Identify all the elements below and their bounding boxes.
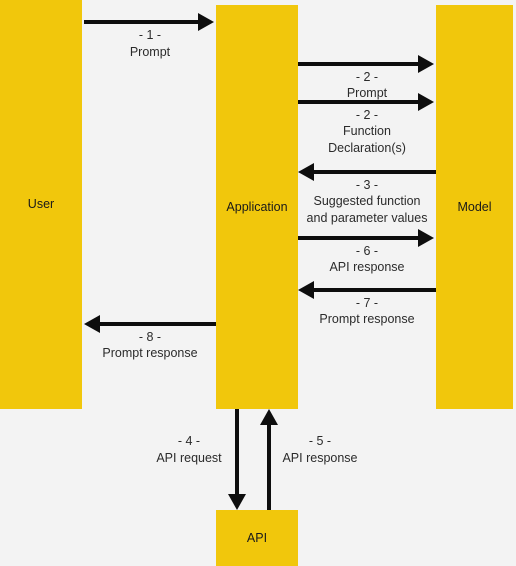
lifeline-label-api: API: [246, 531, 268, 545]
message-label-3-step: - 3 -: [355, 178, 379, 192]
lifeline-label-model: Model: [457, 199, 492, 214]
message-label-7-text: Prompt response: [319, 312, 415, 326]
message-label-2b-step: - 2 -: [355, 108, 379, 122]
lifeline-application: Application: [216, 5, 298, 409]
message-label-6-step: - 6 -: [355, 244, 379, 258]
message-label-1-step: - 1 -: [138, 28, 162, 42]
message-arrow-4-shaft: [235, 409, 239, 495]
lifeline-api: API: [216, 510, 298, 566]
sequence-diagram: User Application Model API - 1 - Prompt …: [0, 0, 516, 566]
message-label-5-text: API response: [282, 451, 358, 465]
message-label-8-step: - 8 -: [138, 330, 162, 344]
message-label-6-text: API response: [329, 260, 405, 274]
message-label-2a-step: - 2 -: [355, 70, 379, 84]
message-arrow-5-head: [260, 409, 278, 425]
lifeline-user: User: [0, 0, 82, 409]
message-arrow-7-shaft: [314, 288, 436, 292]
lifeline-label-application: Application: [226, 199, 288, 214]
message-label-8-text: Prompt response: [102, 346, 198, 360]
message-label-5-step: - 5 -: [308, 434, 332, 448]
message-label-7-step: - 7 -: [355, 296, 379, 310]
message-label-2b-text: Function Declaration(s): [328, 124, 406, 155]
message-arrow-2b-shaft: [298, 100, 420, 104]
message-arrow-6-shaft: [298, 236, 420, 240]
lifeline-label-user: User: [27, 197, 55, 211]
message-label-3-text: Suggested function and parameter values: [306, 194, 428, 225]
message-arrow-8-shaft: [100, 322, 216, 326]
message-label-1-text: Prompt: [129, 45, 171, 59]
message-arrow-2a-shaft: [298, 62, 420, 66]
message-arrow-5-shaft: [267, 425, 271, 510]
message-arrow-3-shaft: [314, 170, 436, 174]
message-label-4-step: - 4 -: [177, 434, 201, 448]
message-arrow-4-head: [228, 494, 246, 510]
message-label-4-text: API request: [156, 451, 222, 465]
lifeline-model: Model: [436, 5, 513, 409]
message-arrow-1-shaft: [84, 20, 200, 24]
